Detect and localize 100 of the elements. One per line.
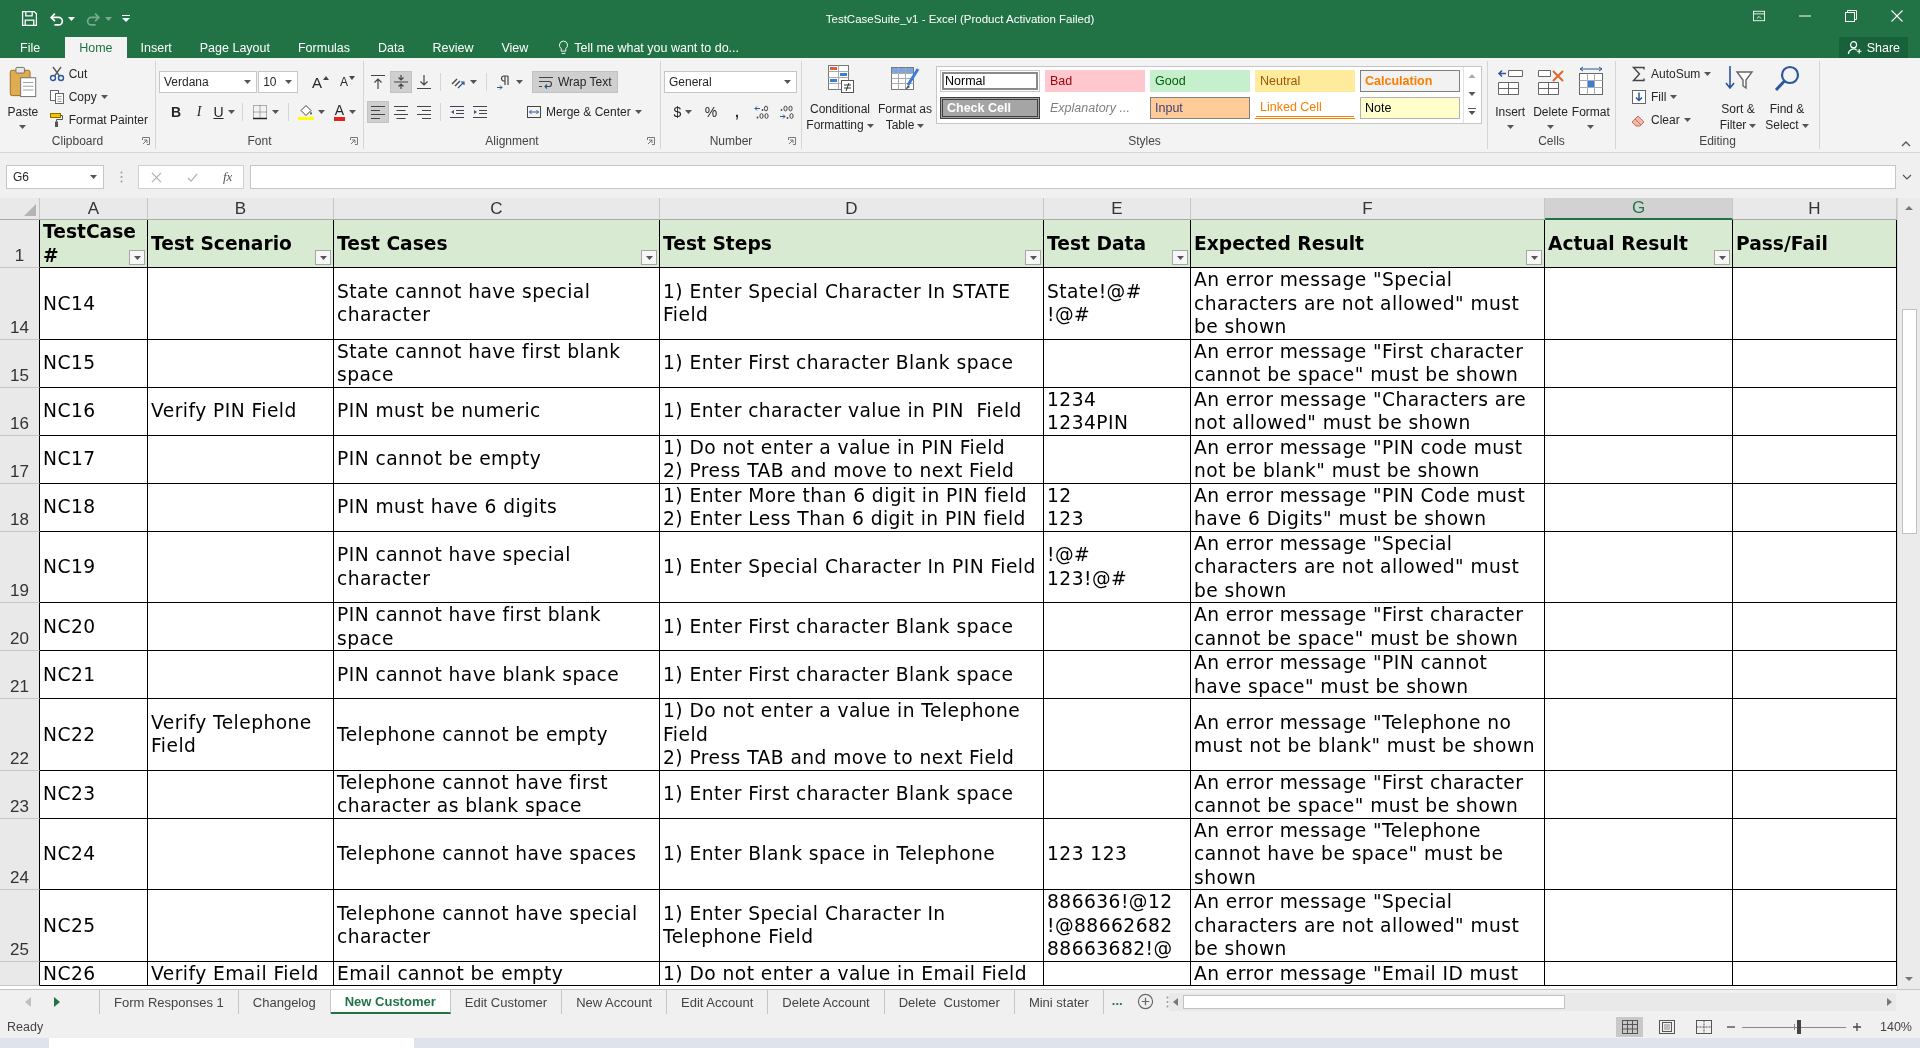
- sheet-tab[interactable]: New Customer: [330, 990, 451, 1014]
- shrink-font-button[interactable]: A: [335, 71, 360, 93]
- sheet-tab[interactable]: Delete Account: [768, 990, 885, 1014]
- sheet-tab[interactable]: New Account: [562, 990, 667, 1014]
- paste-button[interactable]: Paste: [3, 61, 43, 132]
- ribbon-tab[interactable]: Review: [418, 37, 488, 58]
- format-as-table-button[interactable]: Format as Table: [876, 61, 934, 133]
- row-header[interactable]: 22: [0, 699, 40, 771]
- row-header[interactable]: 21: [0, 651, 40, 699]
- more-sheets-indicator[interactable]: ...: [1111, 993, 1123, 1008]
- filter-button[interactable]: [1172, 250, 1188, 265]
- sort-filter-button[interactable]: Sort & Filter: [1715, 61, 1761, 133]
- zoom-slider-thumb[interactable]: [1797, 1020, 1802, 1034]
- clear-button[interactable]: Clear: [1627, 109, 1713, 131]
- grip-icon[interactable]: [120, 171, 123, 183]
- percent-button[interactable]: %: [699, 101, 722, 123]
- align-left-button[interactable]: [367, 101, 389, 123]
- sheet-tab[interactable]: Edit Account: [667, 990, 769, 1014]
- delete-button[interactable]: Delete: [1531, 61, 1570, 132]
- merge-center-button[interactable]: Merge & Center: [522, 101, 646, 123]
- font-name-dropdown[interactable]: Verdana: [159, 71, 258, 93]
- row-header[interactable]: 18: [0, 483, 40, 532]
- sheet-tab[interactable]: Edit Customer: [450, 990, 563, 1014]
- cell-style-option[interactable]: Note: [1360, 97, 1460, 119]
- filter-button[interactable]: [1025, 250, 1041, 265]
- filter-button[interactable]: [1526, 250, 1542, 265]
- ribbon-tab[interactable]: Formulas: [283, 37, 365, 58]
- italic-button[interactable]: I: [188, 101, 210, 123]
- grow-font-button[interactable]: A: [306, 71, 334, 93]
- font-size-dropdown[interactable]: 10: [258, 71, 298, 93]
- add-sheet-icon[interactable]: [1136, 993, 1154, 1010]
- collapse-ribbon-button[interactable]: [1901, 141, 1911, 147]
- row-header[interactable]: 15: [0, 339, 40, 388]
- cut-button[interactable]: Cut: [44, 63, 152, 85]
- underline-button[interactable]: U: [211, 101, 237, 123]
- filter-button[interactable]: [129, 250, 145, 265]
- insert-function-button[interactable]: fx: [223, 169, 233, 185]
- customize-toolbar-button[interactable]: [119, 12, 133, 25]
- fill-button[interactable]: Fill: [1627, 86, 1713, 108]
- row-header[interactable]: 20: [0, 603, 40, 651]
- cell-style-option[interactable]: Bad: [1045, 70, 1145, 92]
- comma-style-button[interactable]: ,: [725, 101, 748, 123]
- row-header[interactable]: 25: [0, 890, 40, 962]
- find-select-button[interactable]: Find & Select: [1763, 61, 1811, 133]
- dialog-launcher-icon[interactable]: [647, 136, 655, 145]
- ribbon-tab[interactable]: View: [487, 37, 543, 58]
- sheet-tab[interactable]: Form Responses 1: [100, 990, 239, 1014]
- normal-view-button[interactable]: [1616, 1017, 1643, 1037]
- row-header[interactable]: 17: [0, 435, 40, 484]
- cell-style-option[interactable]: Normal: [940, 70, 1040, 92]
- sheet-tab[interactable]: Mini stater: [1014, 990, 1104, 1014]
- format-painter-button[interactable]: Format Painter: [44, 109, 152, 131]
- sheet-tab[interactable]: Delete Customer: [884, 990, 1015, 1014]
- ribbon-tab[interactable]: Data: [364, 37, 419, 58]
- row-header[interactable]: 14: [0, 268, 40, 340]
- insert-button[interactable]: Insert: [1491, 61, 1530, 132]
- scrollbar-thumb[interactable]: [1183, 995, 1565, 1009]
- currency-button[interactable]: $: [670, 101, 696, 123]
- conditional-formatting-button[interactable]: Conditional Formatting: [805, 61, 875, 133]
- number-format-dropdown[interactable]: General: [664, 71, 797, 93]
- dialog-launcher-icon[interactable]: [350, 136, 358, 145]
- ribbon-tab[interactable]: Home: [65, 37, 127, 58]
- wrap-text-button[interactable]: Wrap Text: [532, 71, 618, 93]
- cell-style-option[interactable]: Input: [1150, 97, 1250, 119]
- cell-style-option[interactable]: Good: [1150, 70, 1250, 92]
- row-header[interactable]: 16: [0, 387, 40, 436]
- zoom-in-icon[interactable]: [1852, 1022, 1862, 1032]
- row-header[interactable]: 23: [0, 770, 40, 819]
- grip-icon[interactable]: [1165, 996, 1169, 1008]
- row-header[interactable]: 1: [0, 220, 40, 268]
- autosum-button[interactable]: AutoSum: [1627, 63, 1713, 85]
- share-button[interactable]: Share: [1838, 37, 1908, 58]
- ribbon-tab[interactable]: Page Layout: [185, 37, 284, 58]
- tell-me-field[interactable]: Tell me what you want to do...: [558, 37, 775, 58]
- zoom-level-text[interactable]: 140%: [1880, 1020, 1912, 1034]
- copy-button[interactable]: Copy: [44, 86, 152, 108]
- filter-button[interactable]: [641, 250, 657, 265]
- bold-button[interactable]: B: [165, 101, 187, 123]
- cell-style-option[interactable]: Neutral: [1255, 70, 1355, 92]
- filter-button[interactable]: [315, 250, 331, 265]
- row-header[interactable]: [0, 961, 40, 986]
- filter-button[interactable]: [1714, 250, 1730, 265]
- scrollbar-thumb[interactable]: [1901, 309, 1917, 534]
- caret-icon[interactable]: [1902, 174, 1912, 180]
- name-box[interactable]: G6: [6, 165, 104, 189]
- dialog-launcher-icon[interactable]: [142, 136, 150, 145]
- vertical-scrollbar[interactable]: [1897, 198, 1920, 989]
- cell-style-option[interactable]: Explanatory ...: [1045, 97, 1145, 119]
- next-sheet-icon[interactable]: [54, 997, 60, 1007]
- horizontal-scrollbar[interactable]: [1169, 993, 1896, 1011]
- dialog-launcher-icon[interactable]: [788, 136, 796, 145]
- align-middle-button[interactable]: [390, 71, 412, 93]
- ribbon-tab[interactable]: Insert: [126, 37, 186, 58]
- ribbon-tab[interactable]: File: [6, 37, 55, 58]
- sheet-tab[interactable]: Changelog: [238, 990, 331, 1014]
- row-header[interactable]: 24: [0, 818, 40, 890]
- font-color-button[interactable]: A: [329, 101, 360, 123]
- row-header[interactable]: 19: [0, 531, 40, 603]
- column-header[interactable]: G: [1545, 198, 1733, 220]
- formula-input[interactable]: [250, 165, 1896, 189]
